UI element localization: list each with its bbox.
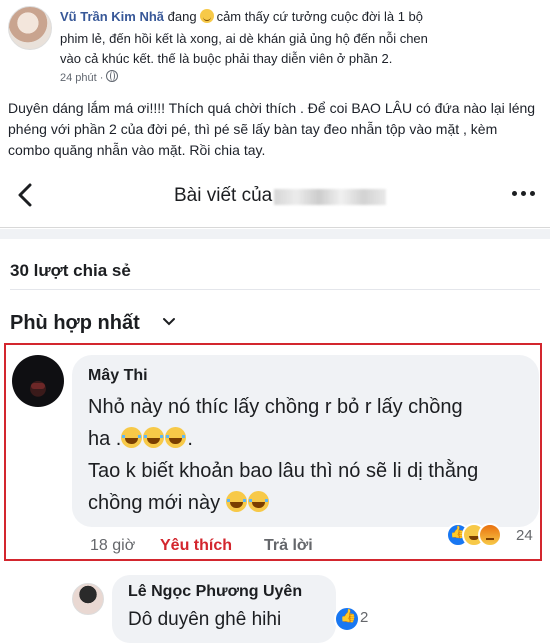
feeling-prefix: đang <box>167 9 197 24</box>
laughing-emoji-icon <box>121 427 143 448</box>
post-caption: Duyên dáng lắm má ơi!!!! Thích quá chời … <box>8 100 536 158</box>
author-name[interactable]: Vũ Trần Kim Nhã <box>60 9 164 24</box>
like-button[interactable]: Yêu thích <box>160 537 232 555</box>
reply-button[interactable]: Trả lời <box>264 537 313 555</box>
comment-line-4-text: chồng mới này <box>88 492 221 514</box>
embedded-screenshot: Bài viết của 30 lượt chia sẻ Phù hợp nhấ… <box>0 165 550 643</box>
comment-line-1: Nhỏ này nó thíc lấy chồng r bỏ r lấy chồ… <box>88 396 463 418</box>
reaction-count: 24 <box>516 527 533 544</box>
section-divider <box>0 229 550 239</box>
sort-dropdown[interactable]: Phù hợp nhất <box>10 312 140 335</box>
comment-line-3: Tao k biết khoản bao lâu thì nó sẽ li dị… <box>88 460 479 482</box>
laughing-emoji-icon <box>143 427 165 448</box>
blurred-name <box>274 189 386 205</box>
post-header: Vũ Trần Kim Nhã đang cảm thấy cứ tưởng cu… <box>0 0 550 96</box>
comment-line-4: chồng mới này <box>88 491 270 515</box>
nav-title: Bài viết của <box>174 185 273 206</box>
reply-text: Dô duyên ghê hihi <box>128 609 282 630</box>
divider <box>10 289 540 290</box>
nav-bar: Bài viết của <box>0 165 550 228</box>
chevron-down-icon[interactable] <box>162 315 176 329</box>
post-time[interactable]: 24 phút · <box>60 70 119 84</box>
reply-avatar[interactable] <box>72 583 104 615</box>
angry-reaction-icon <box>478 523 502 547</box>
commenter-name[interactable]: Mây Thi <box>88 367 148 385</box>
author-avatar[interactable] <box>8 6 52 50</box>
comment-line-2-end: . <box>187 428 193 450</box>
laughing-emoji-icon <box>165 427 187 448</box>
globe-icon <box>106 70 119 82</box>
like-reaction-icon[interactable] <box>334 606 360 632</box>
feeling-text-line3: vào cả khúc kết. thế là buộc phải thay d… <box>60 51 393 66</box>
comment-line-2: ha .. <box>88 427 193 451</box>
comment-line-2-text: ha . <box>88 428 122 450</box>
back-arrow-icon[interactable] <box>14 183 38 207</box>
comment-time: 18 giờ <box>90 537 136 554</box>
feeling-emoji-icon <box>199 9 214 23</box>
reply-author-name[interactable]: Lê Ngọc Phương Uyên <box>128 583 302 601</box>
commenter-avatar[interactable] <box>12 355 64 407</box>
more-options-icon[interactable] <box>512 191 538 199</box>
feeling-text-line2: phim lẻ, đến hồi kết là xong, ai dè khán… <box>60 31 428 46</box>
post-headline: Vũ Trần Kim Nhã đang cảm thấy cứ tưởng cu… <box>60 8 423 26</box>
feeling-text: cảm thấy cứ tưởng cuộc đời là 1 bộ <box>216 9 424 24</box>
share-count[interactable]: 30 lượt chia sẻ <box>10 261 131 281</box>
reply-reaction-count: 2 <box>360 609 369 626</box>
laughing-emoji-icon <box>225 491 247 512</box>
laughing-emoji-icon <box>247 491 269 512</box>
post-timestamp[interactable]: 24 phút · <box>60 72 103 84</box>
